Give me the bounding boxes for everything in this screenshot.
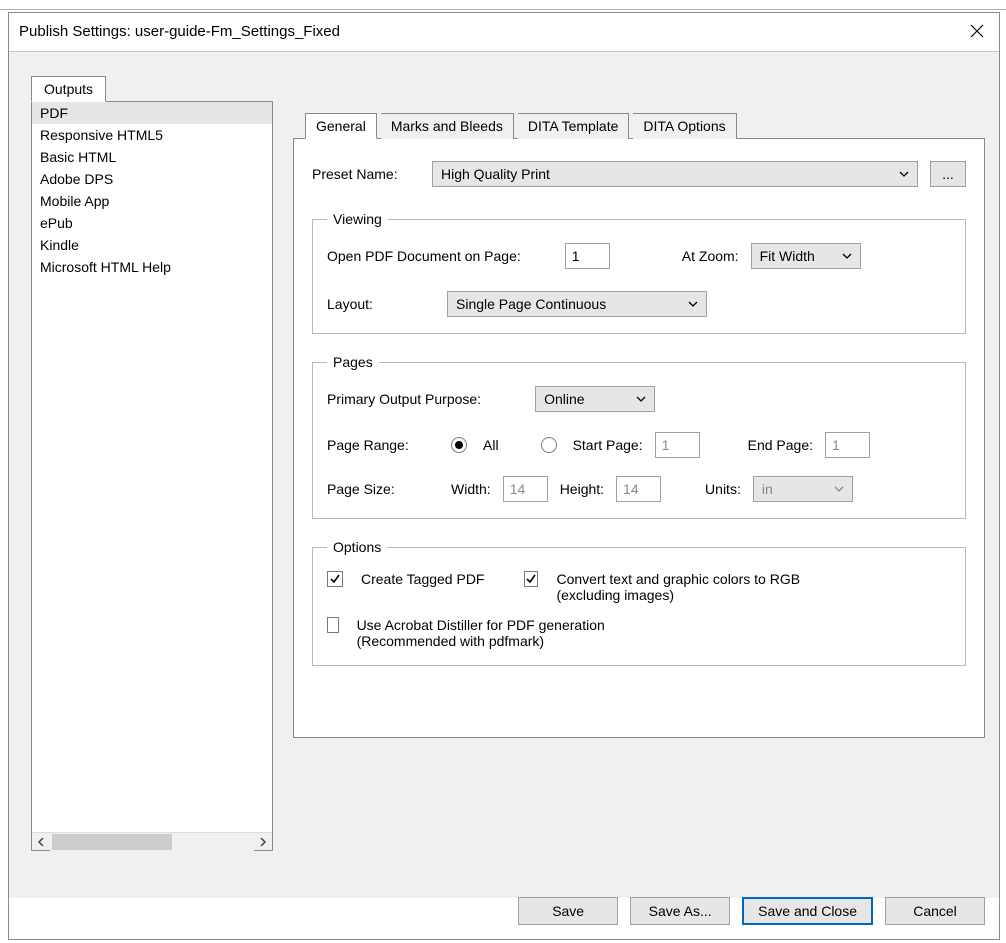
outputs-tab[interactable]: Outputs — [31, 76, 106, 102]
output-item-epub[interactable]: ePub — [32, 212, 272, 234]
distiller-label: Use Acrobat Distiller for PDF generation… — [357, 617, 657, 649]
horizontal-scrollbar[interactable] — [32, 832, 272, 850]
save-and-close-button[interactable]: Save and Close — [742, 897, 873, 925]
scroll-right-icon[interactable] — [254, 833, 272, 851]
dialog-title: Publish Settings: user-guide-Fm_Settings… — [19, 23, 340, 40]
save-as-button[interactable]: Save As... — [630, 897, 730, 925]
width-label: Width: — [451, 481, 491, 497]
tab-general[interactable]: General — [305, 113, 377, 139]
units-select[interactable]: in — [753, 476, 853, 502]
preset-name-label: Preset Name: — [312, 166, 420, 182]
end-page-label: End Page: — [748, 437, 813, 453]
page-size-label: Page Size: — [327, 481, 439, 497]
preset-browse-button[interactable]: ... — [930, 161, 966, 187]
zoom-select[interactable]: Fit Width — [751, 243, 861, 269]
close-icon[interactable] — [965, 19, 989, 43]
page-range-all-radio[interactable] — [451, 437, 467, 453]
tab-dita-template[interactable]: DITA Template — [518, 113, 630, 139]
scroll-left-icon[interactable] — [32, 833, 50, 851]
dialog-body: Outputs PDF Responsive HTML5 Basic HTML … — [9, 52, 999, 898]
units-label: Units: — [705, 481, 741, 497]
app-menubar — [0, 0, 1006, 10]
height-label: Height: — [560, 481, 604, 497]
layout-value: Single Page Continuous — [456, 296, 606, 312]
width-input[interactable] — [503, 476, 548, 502]
convert-rgb-label: Convert text and graphic colors to RGB (… — [556, 571, 804, 603]
save-button[interactable]: Save — [518, 897, 618, 925]
primary-purpose-select[interactable]: Online — [535, 386, 655, 412]
output-item-ms-html-help[interactable]: Microsoft HTML Help — [32, 256, 272, 278]
tab-marks-bleeds[interactable]: Marks and Bleeds — [381, 113, 514, 139]
settings-tabstrip: General Marks and Bleeds DITA Template D… — [305, 113, 985, 139]
output-item-responsive-html5[interactable]: Responsive HTML5 — [32, 124, 272, 146]
options-group: Options Create Tagged PDF Convert text a… — [312, 539, 966, 666]
create-tagged-checkbox[interactable] — [327, 571, 343, 587]
end-page-input[interactable] — [825, 432, 870, 458]
output-item-kindle[interactable]: Kindle — [32, 234, 272, 256]
cancel-button[interactable]: Cancel — [885, 897, 985, 925]
chevron-down-icon — [899, 169, 909, 179]
output-item-pdf[interactable]: PDF — [32, 102, 272, 124]
output-item-basic-html[interactable]: Basic HTML — [32, 146, 272, 168]
convert-rgb-checkbox[interactable] — [524, 571, 538, 587]
outputs-list: PDF Responsive HTML5 Basic HTML Adobe DP… — [31, 101, 273, 851]
units-value: in — [762, 481, 773, 497]
output-item-adobe-dps[interactable]: Adobe DPS — [32, 168, 272, 190]
page-range-start-radio[interactable] — [541, 437, 557, 453]
publish-settings-dialog: Publish Settings: user-guide-Fm_Settings… — [8, 12, 1000, 940]
dialog-titlebar: Publish Settings: user-guide-Fm_Settings… — [9, 13, 999, 52]
scroll-thumb[interactable] — [52, 834, 172, 850]
zoom-value: Fit Width — [760, 248, 815, 264]
zoom-label: At Zoom: — [682, 248, 739, 264]
options-legend: Options — [327, 539, 387, 555]
viewing-group: Viewing Open PDF Document on Page: At Zo… — [312, 211, 966, 334]
start-page-label: Start Page: — [573, 437, 643, 453]
layout-label: Layout: — [327, 296, 435, 312]
preset-name-value: High Quality Print — [441, 166, 550, 182]
chevron-down-icon — [688, 299, 698, 309]
page-range-all-label: All — [483, 437, 499, 453]
primary-purpose-value: Online — [544, 391, 584, 407]
page-range-label: Page Range: — [327, 437, 439, 453]
chevron-down-icon — [834, 484, 844, 494]
height-input[interactable] — [616, 476, 661, 502]
create-tagged-label: Create Tagged PDF — [361, 571, 484, 587]
pages-legend: Pages — [327, 354, 379, 370]
open-page-input[interactable] — [565, 243, 610, 269]
settings-panel: General Marks and Bleeds DITA Template D… — [293, 101, 985, 851]
open-page-label: Open PDF Document on Page: — [327, 248, 521, 264]
tab-dita-options[interactable]: DITA Options — [633, 113, 736, 139]
dialog-footer: Save Save As... Save and Close Cancel — [518, 897, 985, 925]
start-page-input[interactable] — [655, 432, 700, 458]
layout-select[interactable]: Single Page Continuous — [447, 291, 707, 317]
output-item-mobile-app[interactable]: Mobile App — [32, 190, 272, 212]
chevron-down-icon — [636, 394, 646, 404]
preset-name-select[interactable]: High Quality Print — [432, 161, 918, 187]
tab-panel-general: Preset Name: High Quality Print ... View… — [293, 138, 985, 738]
pages-group: Pages Primary Output Purpose: Online Pag… — [312, 354, 966, 519]
primary-purpose-label: Primary Output Purpose: — [327, 391, 481, 407]
distiller-checkbox[interactable] — [327, 617, 339, 633]
viewing-legend: Viewing — [327, 211, 388, 227]
chevron-down-icon — [842, 251, 852, 261]
